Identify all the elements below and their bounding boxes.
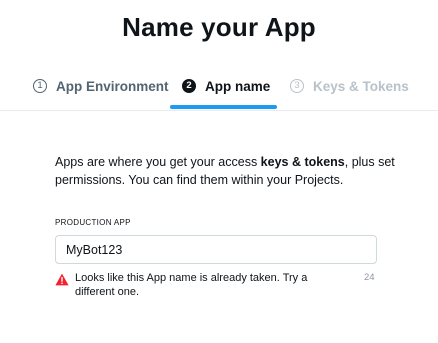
production-app-label: PRODUCTION APP [55,218,131,227]
step-label: App name [205,78,271,94]
description-before: Apps are where you get your access [55,155,261,169]
description-text: Apps are where you get your access keys … [55,153,395,189]
step-keys-and-tokens: 3 Keys & Tokens [290,74,409,98]
step-label: App Environment [56,78,169,94]
app-name-error: Looks like this App name is already take… [55,272,345,299]
name-your-app-page: Name your App 1 App Environment 2 App na… [0,0,438,343]
error-message: Looks like this App name is already take… [75,272,308,298]
app-name-input[interactable] [55,235,377,264]
stepper: 1 App Environment 2 App name 3 Keys & To… [0,62,438,110]
step-number-1: 1 [33,79,47,93]
step-number-2: 2 [182,79,196,93]
page-title: Name your App [122,12,316,42]
step-app-environment[interactable]: 1 App Environment [33,74,169,98]
divider [0,110,438,111]
step-app-name[interactable]: 2 App name [182,74,270,98]
step-number-3: 3 [290,79,304,93]
character-counter: 24 [364,272,375,283]
warning-triangle-icon [55,273,69,286]
step-label: Keys & Tokens [313,78,409,94]
active-step-indicator [170,105,277,109]
description-bold: keys & tokens [260,155,345,169]
